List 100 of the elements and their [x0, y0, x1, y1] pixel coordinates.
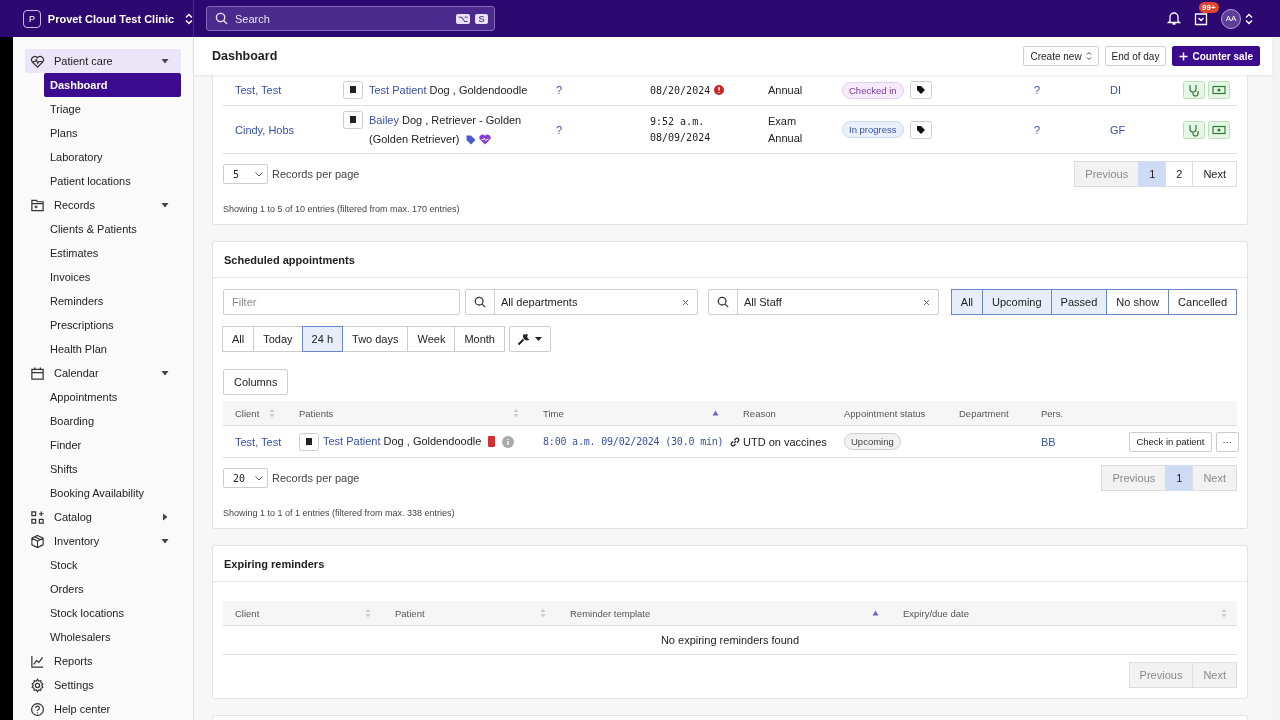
pagination-button[interactable]: 2 [1165, 161, 1194, 187]
check-in-button[interactable]: Check in patient [1129, 431, 1212, 452]
client-link[interactable]: Test, Test [235, 84, 282, 96]
sidebar-item[interactable]: Boarding [44, 409, 181, 433]
filter-field[interactable]: Filter [223, 289, 460, 315]
column-header[interactable]: Patient [383, 601, 558, 625]
caret-icon[interactable] [161, 537, 169, 545]
column-header[interactable]: Expiry/due date [891, 601, 1239, 625]
column-header[interactable]: Department [947, 401, 1029, 425]
book-icon[interactable] [343, 110, 363, 129]
status-filter-button[interactable]: Upcoming [982, 289, 1052, 315]
pagination-button[interactable]: Next [1192, 161, 1237, 187]
staff-initials[interactable]: DI [1110, 84, 1121, 96]
clear-icon[interactable] [923, 298, 930, 306]
sidebar-item[interactable]: Triage [44, 97, 181, 121]
clinic-name[interactable]: Provet Cloud Test Clinic [47, 12, 175, 25]
sidebar-item[interactable]: Clients & Patients [44, 217, 181, 241]
more-button[interactable]: ··· [1215, 431, 1239, 452]
department-select[interactable]: All departments [465, 289, 698, 315]
appointment-time-link[interactable]: 8:00 a.m. 09/02/2024 (30.0 min) [543, 436, 724, 447]
sidebar-item[interactable]: Stock [44, 553, 181, 577]
column-header[interactable]: Client [223, 401, 287, 425]
search-input[interactable]: Search [233, 11, 451, 26]
sidebar-item[interactable]: Laboratory [44, 145, 181, 169]
unknown-value[interactable]: ? [556, 84, 563, 96]
sidebar-item[interactable]: Plans [44, 121, 181, 145]
inbox-icon[interactable] [1194, 11, 1208, 26]
staff-select[interactable]: All Staff [708, 289, 939, 315]
unknown-value[interactable]: ? [1034, 84, 1041, 96]
bell-icon[interactable] [1167, 11, 1181, 26]
client-link[interactable]: Cindy, Hobs [235, 123, 295, 136]
sidebar-section[interactable]: Catalog [25, 505, 181, 529]
stethoscope-icon[interactable] [1183, 81, 1205, 99]
book-icon[interactable] [343, 80, 363, 99]
sidebar-item[interactable]: Patient locations [44, 169, 181, 193]
pagination-button[interactable]: 1 [1138, 161, 1167, 187]
tools-menu-button[interactable] [509, 326, 551, 352]
range-button[interactable]: 24 h [301, 326, 343, 352]
cash-icon[interactable] [1208, 120, 1230, 139]
pagination-button[interactable]: 1 [1165, 465, 1194, 491]
range-button[interactable]: All [222, 326, 255, 352]
column-header[interactable]: Reason [731, 401, 832, 425]
column-header[interactable]: Appointment status [832, 401, 947, 425]
client-link[interactable]: Test, Test [235, 435, 282, 448]
caret-icon[interactable] [161, 513, 169, 521]
book-icon[interactable] [299, 432, 319, 451]
sidebar-item[interactable]: Dashboard [44, 73, 181, 97]
status-filter-button[interactable]: All [950, 289, 984, 315]
chevron-updown-icon[interactable] [1245, 12, 1253, 25]
chevron-updown-icon[interactable] [185, 12, 193, 25]
patient-link[interactable]: Test Patient [323, 435, 381, 447]
sidebar-item[interactable]: Stock locations [44, 601, 181, 625]
sidebar-item[interactable]: Booking Availability [44, 481, 181, 505]
sidebar-section[interactable]: Inventory [25, 529, 181, 553]
sidebar-item[interactable]: Shifts [44, 457, 181, 481]
counter-sale-button[interactable]: Counter sale [1172, 46, 1260, 66]
columns-button[interactable]: Columns [223, 369, 289, 395]
caret-icon[interactable] [161, 201, 169, 209]
range-button[interactable]: Today [253, 326, 303, 352]
sidebar-item[interactable]: Health Plan [44, 337, 181, 361]
column-header[interactable]: Time [531, 401, 731, 425]
column-header[interactable]: Patients [287, 401, 531, 425]
unknown-value[interactable]: ? [1034, 123, 1041, 136]
unknown-value[interactable]: ? [556, 123, 563, 136]
range-button[interactable]: Two days [342, 326, 409, 352]
per-page-select[interactable]: 5 [223, 164, 268, 184]
sidebar-item[interactable]: Appointments [44, 385, 181, 409]
staff-initials[interactable]: GF [1110, 123, 1126, 136]
search-field[interactable]: Search ⌥ S [206, 6, 495, 31]
user-avatar[interactable]: AA [1221, 8, 1241, 29]
range-button[interactable]: Week [407, 326, 456, 352]
patient-link[interactable]: Bailey [369, 113, 399, 126]
tag-icon[interactable] [909, 120, 932, 139]
status-filter-button[interactable]: Passed [1050, 289, 1108, 315]
sidebar-section[interactable]: Settings [25, 673, 181, 697]
caret-icon[interactable] [161, 369, 169, 377]
scrollbar[interactable] [1272, 37, 1280, 720]
sidebar-item[interactable]: Finder [44, 433, 181, 457]
status-filter-button[interactable]: Cancelled [1168, 289, 1237, 315]
per-page-select[interactable]: 20 [223, 468, 268, 488]
range-button[interactable]: Month [454, 326, 505, 352]
sidebar-item[interactable]: Wholesalers [44, 625, 181, 649]
clear-icon[interactable] [682, 298, 689, 306]
column-header[interactable]: Reminder template [558, 601, 891, 625]
sidebar-section[interactable]: Records [25, 193, 181, 217]
sidebar-section[interactable]: Help center [25, 697, 181, 720]
status-filter-button[interactable]: No show [1106, 289, 1170, 315]
sidebar-item[interactable]: Prescriptions [44, 313, 181, 337]
sidebar-item[interactable]: Estimates [44, 241, 181, 265]
sidebar-item[interactable]: Orders [44, 577, 181, 601]
stethoscope-icon[interactable] [1183, 120, 1205, 139]
sidebar-section[interactable]: Calendar [25, 361, 181, 385]
end-of-day-button[interactable]: End of day [1104, 46, 1167, 66]
column-header[interactable]: Pers. [1029, 401, 1081, 425]
sidebar-item[interactable]: Invoices [44, 265, 181, 289]
tag-icon[interactable] [909, 81, 932, 99]
column-header[interactable]: Client [223, 601, 383, 625]
sidebar-item[interactable]: Reminders [44, 289, 181, 313]
create-new-button[interactable]: Create new [1023, 46, 1099, 66]
staff-initials[interactable]: BB [1041, 435, 1056, 448]
